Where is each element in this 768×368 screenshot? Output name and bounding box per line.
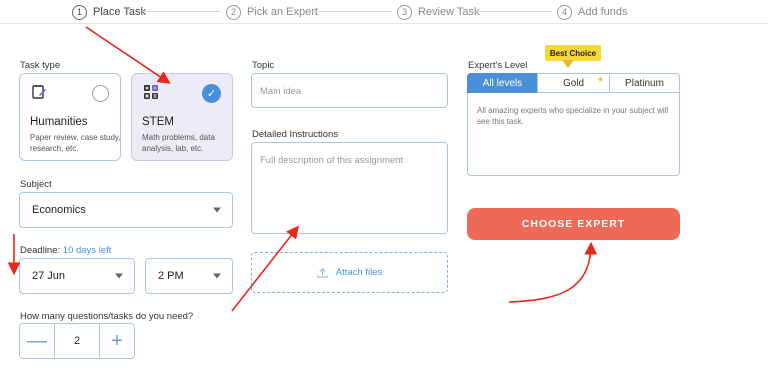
step-divider — [312, 11, 392, 12]
chevron-down-icon — [213, 273, 221, 279]
instructions-textarea[interactable]: Full description of this assignment — [251, 142, 448, 234]
star-icon: ★ — [597, 75, 605, 84]
instructions-label: Detailed Instructions — [252, 129, 339, 140]
topic-placeholder: Main idea — [260, 86, 302, 97]
progress-stepper: 1 Place Task 2 Pick an Expert 3 Review T… — [0, 0, 768, 24]
upload-icon — [317, 268, 328, 278]
task-type-card-stem[interactable]: ✓ STEM Math problems, data analysis, lab… — [131, 73, 233, 161]
topic-input[interactable]: Main idea — [251, 73, 448, 108]
card-description: Math problems, data analysis, lab, etc. — [142, 133, 215, 153]
deadline-hint: 10 days left — [62, 245, 112, 256]
deadline-date-value: 27 Jun — [32, 270, 66, 282]
card-description: Paper review, case study, research, etc. — [30, 133, 121, 153]
subject-label: Subject — [20, 179, 52, 190]
questions-label: How many questions/tasks do you need? — [20, 311, 194, 322]
level-option-all[interactable]: All levels — [467, 73, 538, 93]
task-type-label: Task type — [20, 60, 61, 71]
step-label: Pick an Expert — [247, 6, 318, 18]
step-review-task: 3 Review Task — [397, 3, 480, 21]
attach-files-label: Attach files — [335, 267, 383, 278]
step-divider — [142, 11, 220, 12]
deadline-label-text: Deadline: — [20, 245, 61, 256]
level-description: All amazing experts who specialize in yo… — [477, 106, 669, 126]
step-label: Place Task — [93, 6, 146, 18]
deadline-label: Deadline: 10 days left — [20, 245, 111, 256]
increment-button[interactable]: + — [100, 324, 134, 358]
calculator-icon — [143, 84, 159, 105]
step-place-task: 1 Place Task — [72, 3, 146, 21]
radio-button[interactable] — [92, 85, 109, 102]
badge-pointer — [562, 60, 574, 68]
step-add-funds: 4 Add funds — [557, 3, 628, 21]
step-number: 4 — [557, 4, 572, 20]
best-choice-badge: Best Choice — [545, 45, 601, 61]
chevron-down-icon — [115, 273, 123, 279]
deadline-time-select[interactable]: 2 PM — [145, 258, 233, 294]
deadline-date-select[interactable]: 27 Jun — [19, 258, 135, 294]
topic-label: Topic — [252, 60, 275, 71]
decrement-button[interactable]: — — [20, 324, 54, 358]
choose-expert-button[interactable]: CHOOSE EXPERT — [467, 208, 680, 240]
quantity-stepper: — 2 + — [19, 323, 135, 359]
level-option-platinum[interactable]: Platinum — [609, 73, 680, 93]
instructions-placeholder: Full description of this assignment — [260, 155, 404, 166]
subject-value: Economics — [32, 204, 86, 216]
subject-select[interactable]: Economics — [19, 192, 233, 228]
step-number: 1 — [72, 4, 87, 20]
attach-files-button[interactable]: Attach files — [251, 252, 448, 293]
pencil-notebook-icon — [31, 84, 47, 105]
card-title: STEM — [142, 116, 174, 128]
check-icon[interactable]: ✓ — [202, 84, 221, 103]
arrow-to-choose-expert — [508, 241, 598, 303]
step-number: 2 — [226, 4, 241, 20]
step-label: Review Task — [418, 6, 480, 18]
step-label: Add funds — [578, 6, 628, 18]
card-title: Humanities — [30, 116, 88, 128]
step-divider — [474, 11, 552, 12]
expert-level-label: Expert's Level — [468, 60, 528, 71]
task-type-card-humanities[interactable]: Humanities Paper review, case study, res… — [19, 73, 121, 161]
step-number: 3 — [397, 4, 412, 20]
step-pick-expert: 2 Pick an Expert — [226, 3, 318, 21]
deadline-time-value: 2 PM — [158, 270, 184, 282]
quantity-value[interactable]: 2 — [54, 324, 100, 358]
chevron-down-icon — [213, 207, 221, 213]
